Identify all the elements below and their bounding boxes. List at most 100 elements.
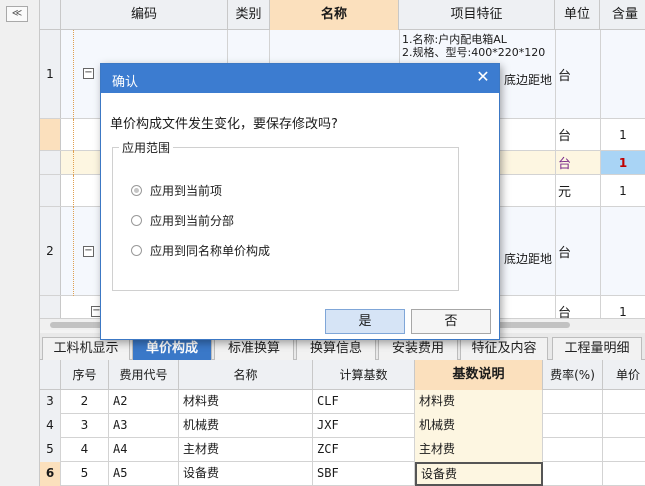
unit-price-cell[interactable] — [603, 462, 645, 486]
content-cell[interactable]: 1 — [600, 175, 645, 206]
unit-price-cell[interactable] — [603, 438, 645, 462]
content-cell[interactable] — [600, 30, 645, 118]
feature-line: 底边距地 — [504, 252, 553, 266]
rate-cell[interactable] — [543, 438, 603, 462]
unit-cell[interactable]: 台 — [555, 296, 600, 318]
confirm-dialog: 确认 ✕ 单价构成文件发生变化，要保存修改吗? 应用范围 应用到当前项 应用到当… — [100, 63, 500, 340]
header-name[interactable]: 名称 — [179, 360, 313, 390]
content-cell-selected[interactable]: 1 — [600, 151, 645, 174]
tab-conversion-info[interactable]: 换算信息 — [296, 337, 376, 360]
header-seq[interactable]: 序号 — [61, 360, 109, 390]
rate-cell[interactable] — [543, 390, 603, 414]
tab-quantity-detail[interactable]: 工程量明细 — [552, 337, 642, 360]
unit-price-cell[interactable] — [603, 390, 645, 414]
unit-price-cell[interactable] — [603, 414, 645, 438]
tree-guide-line — [73, 207, 74, 296]
tree-guide-line — [73, 30, 74, 119]
rate-cell[interactable] — [543, 414, 603, 438]
option-label: 应用到同名称单价构成 — [150, 243, 271, 258]
calc-base-cell[interactable]: JXF — [313, 414, 415, 438]
seq-cell[interactable]: 4 — [61, 438, 109, 462]
fee-code-cell[interactable]: A2 — [109, 390, 179, 414]
apply-scope-group: 应用范围 应用到当前项 应用到当前分部 应用到同名称单价构成 — [112, 139, 459, 291]
row-number — [40, 119, 61, 150]
unit-cell[interactable]: 元 — [555, 175, 600, 206]
collapse-panel-button[interactable]: ≪ — [6, 6, 28, 22]
content-cell[interactable]: 1 — [600, 119, 645, 150]
no-button[interactable]: 否 — [411, 309, 491, 334]
content-cell[interactable]: 1 — [600, 296, 645, 318]
fee-code-cell[interactable]: A3 — [109, 414, 179, 438]
seq-cell[interactable]: 5 — [61, 462, 109, 486]
seq-cell[interactable]: 2 — [61, 390, 109, 414]
dialog-message: 单价构成文件发生变化，要保存修改吗? — [110, 117, 338, 132]
row-number: 5 — [40, 438, 61, 462]
option-current-section[interactable]: 应用到当前分部 — [131, 212, 234, 228]
unit-price-grid: 序号 费用代号 名称 计算基数 基数说明 费率(%) 单价 3 2 A2 材料费… — [40, 360, 645, 486]
radio-unchecked-icon[interactable] — [131, 214, 142, 226]
table-row[interactable]: 3 2 A2 材料费 CLF 材料费 — [40, 390, 645, 414]
calc-base-cell[interactable]: CLF — [313, 390, 415, 414]
tab-material-machine[interactable]: 工料机显示 — [42, 337, 130, 360]
row-number: 2 — [40, 207, 61, 295]
table-row[interactable]: 6 5 A5 设备费 SBF 设备费 — [40, 462, 645, 486]
header-code[interactable]: 编码 — [61, 0, 228, 30]
fee-code-cell[interactable]: A5 — [109, 462, 179, 486]
tab-features-content[interactable]: 特征及内容 — [460, 337, 548, 360]
base-description-cell[interactable]: 主材费 — [415, 438, 543, 462]
dialog-title: 确认 — [112, 75, 139, 90]
header-name[interactable]: 名称 — [270, 0, 399, 30]
name-cell[interactable]: 机械费 — [179, 414, 313, 438]
tab-install-cost[interactable]: 安装费用 — [378, 337, 458, 360]
content-cell[interactable] — [600, 207, 645, 295]
name-cell[interactable]: 材料费 — [179, 390, 313, 414]
option-current-item[interactable]: 应用到当前项 — [131, 182, 222, 198]
dialog-title-bar[interactable]: 确认 ✕ — [101, 64, 499, 93]
header-rate[interactable]: 费率(%) — [543, 360, 603, 390]
name-cell[interactable]: 主材费 — [179, 438, 313, 462]
row-number — [40, 175, 61, 206]
tree-guide-line — [73, 119, 74, 151]
unit-cell[interactable]: 台 — [555, 207, 600, 295]
close-icon[interactable]: ✕ — [475, 69, 491, 85]
table-row[interactable]: 4 3 A3 机械费 JXF 机械费 — [40, 414, 645, 438]
header-calc-base[interactable]: 计算基数 — [313, 360, 415, 390]
base-description-cell[interactable]: 材料费 — [415, 390, 543, 414]
calc-base-cell[interactable]: ZCF — [313, 438, 415, 462]
feature-line: 2.规格、型号:400*220*120 — [402, 46, 546, 59]
header-base-description[interactable]: 基数说明 — [415, 360, 543, 390]
tab-unit-price-composition[interactable]: 单价构成 — [132, 337, 212, 360]
name-cell[interactable]: 设备费 — [179, 462, 313, 486]
tree-guide-line — [73, 151, 74, 175]
row-number — [40, 296, 61, 318]
header-fee-code[interactable]: 费用代号 — [109, 360, 179, 390]
bottom-grid-header: 序号 费用代号 名称 计算基数 基数说明 费率(%) 单价 — [40, 360, 645, 390]
header-features[interactable]: 项目特征 — [399, 0, 555, 30]
table-row[interactable]: 5 4 A4 主材费 ZCF 主材费 — [40, 438, 645, 462]
unit-cell[interactable]: 台 — [555, 119, 600, 150]
tree-collapse-icon[interactable]: − — [83, 246, 94, 257]
fee-code-cell[interactable]: A4 — [109, 438, 179, 462]
radio-checked-icon[interactable] — [131, 184, 142, 196]
top-grid-header: 编码 类别 名称 项目特征 单位 含量 — [40, 0, 645, 30]
seq-cell[interactable]: 3 — [61, 414, 109, 438]
base-description-cell-selected[interactable]: 设备费 — [415, 462, 543, 486]
radio-unchecked-icon[interactable] — [131, 244, 142, 256]
header-unit[interactable]: 单位 — [555, 0, 600, 30]
header-content[interactable]: 含量 — [600, 0, 645, 30]
header-unit-price[interactable]: 单价 — [603, 360, 645, 390]
yes-button[interactable]: 是 — [325, 309, 405, 334]
tab-standard-conversion[interactable]: 标准换算 — [214, 337, 294, 360]
calc-base-cell[interactable]: SBF — [313, 462, 415, 486]
unit-cell[interactable]: 台 — [555, 30, 600, 118]
option-same-name[interactable]: 应用到同名称单价构成 — [131, 242, 270, 258]
left-side-panel: ≪ — [0, 0, 40, 486]
row-number: 3 — [40, 390, 61, 414]
base-description-cell[interactable]: 机械费 — [415, 414, 543, 438]
row-number: 4 — [40, 414, 61, 438]
header-category[interactable]: 类别 — [228, 0, 270, 30]
header-row-number — [40, 360, 61, 390]
tree-collapse-icon[interactable]: − — [83, 68, 94, 79]
rate-cell[interactable] — [543, 462, 603, 486]
unit-cell[interactable]: 台 — [555, 151, 600, 174]
